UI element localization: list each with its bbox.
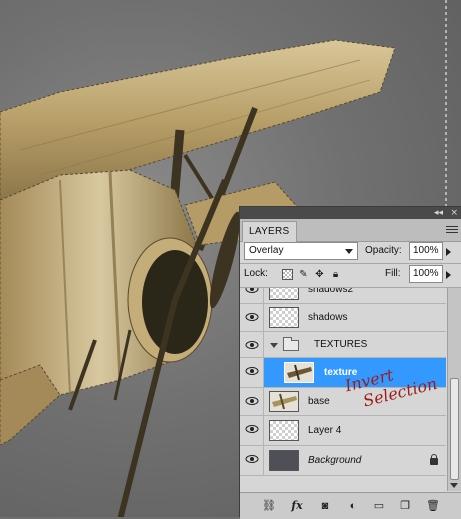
layer-group-textures[interactable]: TEXTURES: [240, 332, 446, 358]
eye-icon: [245, 455, 259, 463]
layer-name: Layer 4: [308, 425, 342, 436]
panel-menu-icon[interactable]: [446, 224, 458, 236]
chevron-down-icon: [345, 249, 353, 254]
layer-name: shadows2: [308, 288, 354, 295]
layer-thumbnail: [284, 362, 314, 383]
eye-icon: [245, 341, 259, 349]
layer-row-background[interactable]: Background: [240, 446, 446, 476]
tab-layers[interactable]: LAYERS: [242, 221, 297, 242]
folder-icon: [283, 337, 299, 351]
eye-icon: [245, 367, 259, 375]
opacity-field[interactable]: 100%: [409, 242, 443, 260]
adjustment-icon[interactable]: ◐: [346, 499, 360, 513]
fill-slider-arrow-icon[interactable]: [444, 265, 454, 283]
close-icon[interactable]: ×: [450, 207, 458, 219]
visibility-toggle[interactable]: [240, 332, 264, 357]
layer-thumbnail: [269, 288, 299, 300]
fill-field[interactable]: 100%: [409, 265, 443, 283]
layer-name: Background: [308, 455, 362, 466]
lock-image-brush-icon[interactable]: ✎: [298, 269, 309, 280]
blend-opacity-row: Overlay Opacity: 100%: [244, 242, 457, 262]
new-layer-icon[interactable]: ❐: [398, 499, 412, 513]
layer-thumbnail: [269, 450, 299, 471]
lock-all-icon[interactable]: 🔒︎: [330, 269, 341, 280]
fx-icon[interactable]: fx: [290, 499, 304, 513]
collapse-icon[interactable]: ◂◂: [434, 207, 443, 219]
opacity-slider-arrow-icon[interactable]: [444, 242, 454, 260]
visibility-toggle[interactable]: [240, 416, 264, 445]
group-expand-chevron-icon[interactable]: [270, 343, 278, 348]
opacity-label: Opacity:: [365, 245, 402, 256]
blend-mode-value: Overlay: [249, 245, 284, 256]
eye-icon: [245, 288, 259, 293]
visibility-toggle[interactable]: [240, 446, 264, 475]
lock-position-move-icon[interactable]: ✥: [314, 269, 325, 280]
layer-thumbnail: [269, 391, 299, 412]
lock-transparency-icon[interactable]: [282, 269, 293, 280]
visibility-toggle[interactable]: [240, 388, 264, 415]
layer-row-shadows2[interactable]: shadows2: [240, 288, 446, 304]
trash-icon[interactable]: 🗑︎: [426, 499, 440, 513]
lock-fill-row: Lock: ✎ ✥ 🔒︎ Fill: 100%: [244, 265, 457, 285]
panel-title-bar[interactable]: ◂◂ ×: [240, 207, 461, 219]
scroll-down-arrow-icon[interactable]: [450, 483, 458, 488]
blend-mode-select[interactable]: Overlay: [244, 242, 358, 260]
fill-label: Fill:: [385, 268, 401, 279]
lock-icon: [430, 454, 438, 465]
layer-name: base: [308, 396, 330, 407]
lock-label: Lock:: [244, 268, 268, 279]
eye-icon: [245, 397, 259, 405]
eye-icon: [245, 313, 259, 321]
mask-icon[interactable]: ◙: [318, 499, 332, 513]
layer-name: shadows: [308, 312, 348, 323]
panel-tab-row: LAYERS: [240, 219, 461, 242]
visibility-toggle[interactable]: [240, 288, 264, 303]
layer-thumbnail: [269, 420, 299, 441]
new-group-icon[interactable]: ▭: [372, 499, 386, 513]
divider: [240, 263, 461, 264]
layer-row-shadows[interactable]: shadows: [240, 304, 446, 332]
layers-bottom-toolbar: ⛓ fx ◙ ◐ ▭ ❐ 🗑︎: [240, 492, 461, 519]
layer-thumbnail: [269, 307, 299, 328]
visibility-toggle[interactable]: [240, 304, 264, 331]
visibility-toggle[interactable]: [240, 358, 264, 387]
eye-icon: [245, 425, 259, 433]
layer-name: TEXTURES: [314, 339, 368, 350]
link-icon[interactable]: ⛓: [262, 499, 276, 513]
plane-thumbnail-icon: [287, 364, 312, 381]
plane-thumbnail-icon: [272, 393, 297, 410]
